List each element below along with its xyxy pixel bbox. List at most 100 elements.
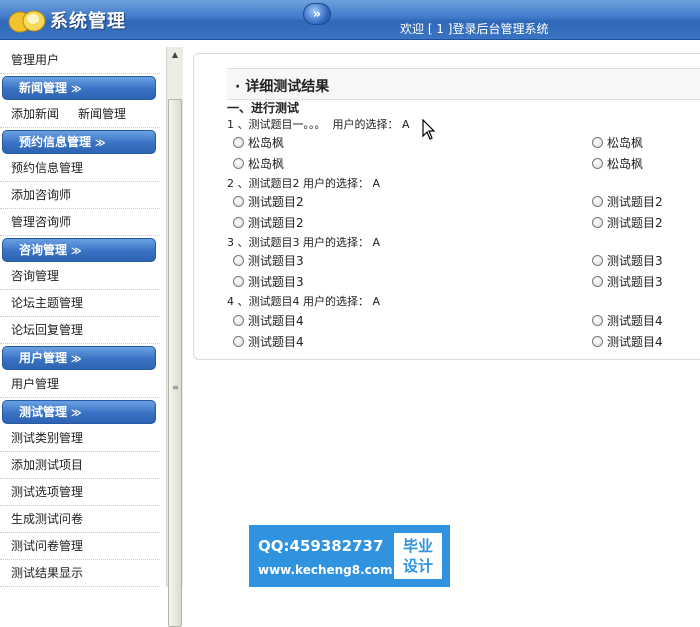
- option-label: 测试题目2: [607, 215, 663, 230]
- panel-title: · 详细测试结果: [235, 79, 330, 95]
- answer-option[interactable]: 测试题目3: [233, 253, 304, 268]
- app-title: 系统管理: [50, 11, 126, 32]
- answer-option[interactable]: 测试题目4: [592, 313, 663, 328]
- answer-option[interactable]: 测试题目3: [592, 274, 663, 289]
- sidebar-item-add-test-item[interactable]: 添加测试项目: [0, 452, 160, 479]
- chevron-double-down-icon: ≫: [71, 84, 82, 95]
- answer-option[interactable]: 测试题目2: [592, 215, 663, 230]
- sidebar-group-label: 测试管理: [19, 405, 68, 419]
- sidebar-item-test-categories[interactable]: 测试类别管理: [0, 425, 160, 452]
- scrollbar-thumb[interactable]: ≡: [168, 99, 182, 627]
- sidebar-group-consult[interactable]: 咨询管理 ≫: [2, 238, 156, 262]
- sidebar-group-label: 咨询管理: [19, 243, 68, 257]
- sidebar-item-forum-replies[interactable]: 论坛回复管理: [0, 317, 160, 344]
- radio-icon[interactable]: [233, 157, 244, 169]
- radio-icon[interactable]: [592, 314, 603, 326]
- option-label: 测试题目2: [607, 194, 663, 209]
- watermark-site: www.kecheng8.com: [258, 563, 393, 577]
- watermark-badge: 毕业 设计: [394, 533, 442, 579]
- question-line: 1 、测试题目一。。。 用户的选择： A: [227, 118, 410, 131]
- mouse-cursor-icon: [422, 119, 436, 140]
- radio-icon[interactable]: [233, 275, 244, 287]
- radio-icon[interactable]: [233, 335, 244, 347]
- radio-icon[interactable]: [592, 136, 603, 148]
- sidebar-group-tests[interactable]: 测试管理 ≫: [2, 400, 156, 424]
- sidebar-item-forum-topics[interactable]: 论坛主题管理: [0, 290, 160, 317]
- radio-icon[interactable]: [592, 254, 603, 266]
- radio-icon[interactable]: [592, 335, 603, 347]
- chevron-double-down-icon: ≫: [71, 246, 82, 257]
- sidebar-group-label: 新闻管理: [19, 81, 68, 95]
- option-label: 测试题目3: [607, 274, 663, 289]
- radio-icon[interactable]: [592, 157, 603, 169]
- radio-icon[interactable]: [592, 275, 603, 287]
- answer-option[interactable]: 测试题目4: [233, 334, 304, 349]
- option-label: 松岛枫: [607, 156, 644, 171]
- answer-option[interactable]: 测试题目2: [592, 194, 663, 209]
- chevron-double-down-icon: ≫: [95, 138, 106, 149]
- watermark-qq: QQ:459382737: [258, 537, 384, 555]
- sidebar-row: 添加新闻 新闻管理: [0, 101, 160, 128]
- option-label: 测试题目2: [248, 215, 304, 230]
- option-label: 测试题目2: [248, 194, 304, 209]
- sidebar-scrollbar[interactable]: ▲ ≡: [166, 47, 183, 627]
- answer-option[interactable]: 测试题目4: [233, 313, 304, 328]
- option-label: 松岛枫: [248, 135, 285, 150]
- sidebar-item-generate-questionnaire[interactable]: 生成测试问卷: [0, 506, 160, 533]
- chevron-double-down-icon: ≫: [71, 354, 82, 365]
- question-line: 3 、测试题目3 用户的选择： A: [227, 236, 381, 249]
- sidebar-item-questionnaire-manage[interactable]: 测试问卷管理: [0, 533, 160, 560]
- sidebar-item-test-options[interactable]: 测试选项管理: [0, 479, 160, 506]
- sidebar-item-user-manage[interactable]: 用户管理: [0, 371, 160, 398]
- sidebar-group-users[interactable]: 用户管理 ≫: [2, 346, 156, 370]
- radio-icon[interactable]: [592, 195, 603, 207]
- watermark-badge-line: 设计: [402, 557, 433, 575]
- answer-option[interactable]: 测试题目3: [592, 253, 663, 268]
- answer-option[interactable]: 测试题目2: [233, 194, 304, 209]
- sidebar-item-news-manage[interactable]: 新闻管理: [59, 101, 126, 128]
- watermark-badge-line: 毕业: [402, 537, 433, 555]
- sidebar-item-manage-counselor[interactable]: 管理咨询师: [0, 209, 160, 236]
- answer-option[interactable]: 测试题目3: [233, 274, 304, 289]
- sidebar-group-news[interactable]: 新闻管理 ≫: [2, 76, 156, 100]
- answer-option[interactable]: 松岛枫: [233, 156, 285, 171]
- option-label: 测试题目4: [607, 313, 663, 328]
- option-label: 测试题目4: [248, 313, 304, 328]
- option-label: 测试题目4: [248, 334, 304, 349]
- answer-option[interactable]: 松岛枫: [592, 156, 644, 171]
- radio-icon[interactable]: [233, 314, 244, 326]
- radio-icon[interactable]: [233, 136, 244, 148]
- double-arrow-icon[interactable]: »: [303, 3, 331, 25]
- answer-option[interactable]: 测试题目4: [592, 334, 663, 349]
- option-label: 松岛枫: [248, 156, 285, 171]
- grip-icon: ≡: [172, 383, 179, 392]
- sidebar-group-label: 预约信息管理: [19, 135, 92, 149]
- sidebar-item-test-results[interactable]: 测试结果显示: [0, 560, 160, 587]
- chevron-double-down-icon: ≫: [71, 408, 82, 419]
- watermark-banner: QQ:459382737 www.kecheng8.com 毕业 设计: [249, 525, 450, 587]
- option-label: 测试题目3: [248, 274, 304, 289]
- option-label: 松岛枫: [607, 135, 644, 150]
- sidebar-group-label: 用户管理: [19, 351, 68, 365]
- sidebar-item-add-news[interactable]: 添加新闻: [0, 101, 59, 128]
- sidebar-item-consult-manage[interactable]: 咨询管理: [0, 263, 160, 290]
- option-label: 测试题目4: [607, 334, 663, 349]
- radio-icon[interactable]: [233, 254, 244, 266]
- question-line: 2 、测试题目2 用户的选择： A: [227, 177, 381, 190]
- question-line: 4 、测试题目4 用户的选择： A: [227, 295, 381, 308]
- radio-icon[interactable]: [233, 195, 244, 207]
- sidebar-item-appointment-manage[interactable]: 预约信息管理: [0, 155, 160, 182]
- answer-option[interactable]: 松岛枫: [233, 135, 285, 150]
- option-label: 测试题目3: [607, 253, 663, 268]
- radio-icon[interactable]: [592, 216, 603, 228]
- sidebar-item-manage-users[interactable]: 管理用户: [0, 47, 160, 74]
- answer-option[interactable]: 测试题目2: [233, 215, 304, 230]
- scroll-up-arrow-icon[interactable]: ▲: [167, 47, 183, 63]
- sidebar-item-add-counselor[interactable]: 添加咨询师: [0, 182, 160, 209]
- answer-option[interactable]: 松岛枫: [592, 135, 644, 150]
- radio-icon[interactable]: [233, 216, 244, 228]
- panel-header: · 详细测试结果: [227, 68, 700, 100]
- welcome-text: 欢迎 [ 1 ]登录后台管理系统: [400, 22, 549, 36]
- sidebar-group-appointments[interactable]: 预约信息管理 ≫: [2, 130, 156, 154]
- logo-icon: [8, 10, 46, 33]
